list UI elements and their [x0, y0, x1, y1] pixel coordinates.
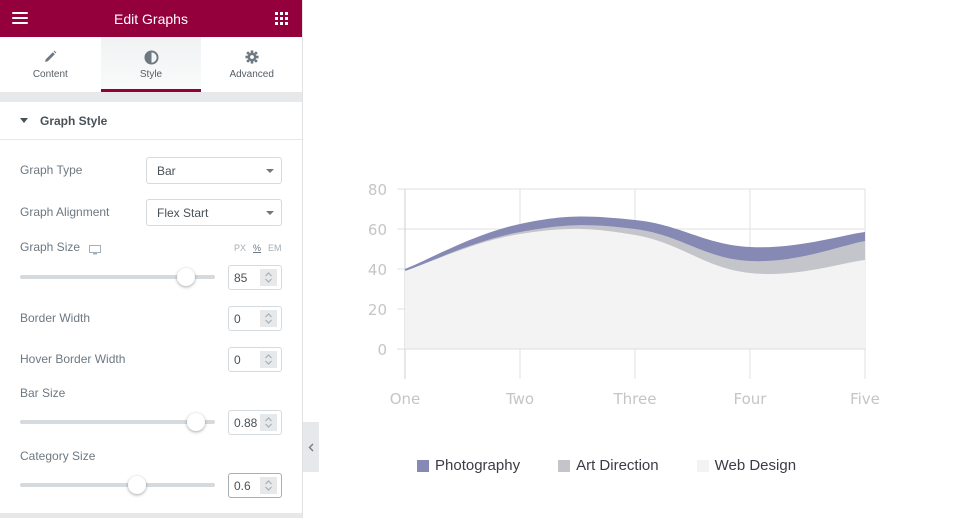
- graph-alignment-label: Graph Alignment: [20, 205, 110, 219]
- graph-preview: 0 20 40 60 80 One Two Three Four Five: [320, 160, 940, 500]
- bar-size-value: 0.88: [234, 415, 258, 430]
- legend-swatch: [558, 459, 571, 472]
- slider-track: [20, 420, 215, 424]
- stepper-icon[interactable]: [260, 310, 277, 327]
- unit-em[interactable]: EM: [268, 243, 282, 253]
- bar-size-input[interactable]: 0.88: [228, 410, 282, 435]
- hover-border-width-label: Hover Border Width: [20, 352, 126, 366]
- hover-border-width-input[interactable]: 0: [228, 347, 282, 372]
- x-tick-label: One: [390, 390, 421, 408]
- area-chart: 0 20 40 60 80 One Two Three Four Five: [368, 181, 880, 408]
- graph-size-input[interactable]: 85: [228, 265, 282, 290]
- chevron-down-icon: [266, 211, 274, 215]
- y-tick-label: 60: [368, 221, 387, 239]
- y-tick-label: 80: [368, 181, 387, 199]
- category-size-slider[interactable]: [20, 475, 215, 495]
- tab-label: Advanced: [229, 69, 274, 80]
- chart-legend: Photography Art Direction Web Design: [417, 457, 834, 474]
- slider-track: [20, 483, 215, 487]
- x-tick-label: Three: [613, 390, 657, 408]
- legend-item-photography[interactable]: Photography: [417, 457, 520, 474]
- hamburger-icon[interactable]: [12, 12, 28, 24]
- tab-style[interactable]: Style: [100, 37, 202, 92]
- unit-percent[interactable]: %: [253, 243, 261, 253]
- legend-item-art-direction[interactable]: Art Direction: [558, 457, 659, 474]
- section-toggle[interactable]: Graph Style: [0, 102, 302, 140]
- graph-alignment-select[interactable]: Flex Start: [146, 199, 282, 226]
- border-width-input[interactable]: 0: [228, 306, 282, 331]
- legend-label: Art Direction: [576, 457, 659, 474]
- stepper-icon[interactable]: [260, 414, 277, 431]
- stepper-icon[interactable]: [260, 477, 277, 494]
- unit-px[interactable]: PX: [234, 243, 246, 253]
- panel-header: Edit Graphs: [0, 0, 302, 37]
- gear-icon: [244, 49, 260, 65]
- graph-size-slider[interactable]: [20, 267, 215, 287]
- y-tick-label: 40: [368, 261, 387, 279]
- chevron-down-icon: [266, 169, 274, 173]
- graph-type-label: Graph Type: [20, 163, 83, 177]
- legend-item-web-design[interactable]: Web Design: [696, 457, 797, 474]
- border-width-label: Border Width: [20, 311, 91, 325]
- desktop-icon[interactable]: [89, 242, 101, 260]
- legend-label: Photography: [435, 457, 521, 474]
- legend-label: Web Design: [714, 457, 797, 474]
- category-size-value: 0.6: [234, 478, 251, 493]
- section-title: Graph Style: [40, 113, 108, 128]
- graph-type-select[interactable]: Bar: [146, 157, 282, 184]
- stepper-icon[interactable]: [260, 269, 277, 286]
- graph-size-label: Graph Size: [20, 240, 81, 254]
- editor-panel: Edit Graphs Content Style Advanced Graph…: [0, 0, 303, 518]
- tab-label: Content: [32, 69, 68, 80]
- pencil-icon: [42, 49, 58, 65]
- category-size-input[interactable]: 0.6: [228, 473, 282, 498]
- unit-selector: PX % EM: [234, 243, 282, 253]
- panel-tabs: Content Style Advanced: [0, 37, 302, 92]
- border-width-value: 0: [234, 311, 241, 326]
- tab-content[interactable]: Content: [0, 37, 101, 92]
- graph-size-value: 85: [234, 270, 248, 285]
- tab-label: Style: [139, 69, 163, 80]
- stepper-icon[interactable]: [260, 351, 277, 368]
- grid-icon[interactable]: [275, 12, 288, 25]
- y-tick-label: 0: [377, 341, 387, 359]
- contrast-icon: [143, 49, 159, 65]
- caret-down-icon: [20, 118, 28, 123]
- x-tick-label: Five: [850, 390, 880, 408]
- collapse-panel-button[interactable]: [303, 422, 319, 472]
- graph-alignment-value: Flex Start: [157, 205, 209, 220]
- x-tick-label: Four: [734, 390, 768, 408]
- category-size-label: Category Size: [20, 449, 96, 463]
- slider-thumb[interactable]: [176, 268, 195, 286]
- bar-size-slider[interactable]: [20, 412, 215, 432]
- tab-advanced[interactable]: Advanced: [201, 37, 302, 92]
- graph-type-value: Bar: [157, 163, 176, 178]
- legend-swatch: [696, 459, 709, 472]
- y-tick-label: 20: [368, 301, 387, 319]
- slider-thumb[interactable]: [186, 413, 205, 431]
- x-tick-label: Two: [505, 390, 534, 408]
- slider-thumb[interactable]: [128, 476, 146, 494]
- legend-swatch: [417, 459, 429, 472]
- panel-title: Edit Graphs: [114, 10, 188, 27]
- hover-border-width-value: 0: [234, 352, 241, 367]
- bar-size-label: Bar Size: [20, 386, 66, 400]
- chevron-left-icon: [308, 443, 314, 451]
